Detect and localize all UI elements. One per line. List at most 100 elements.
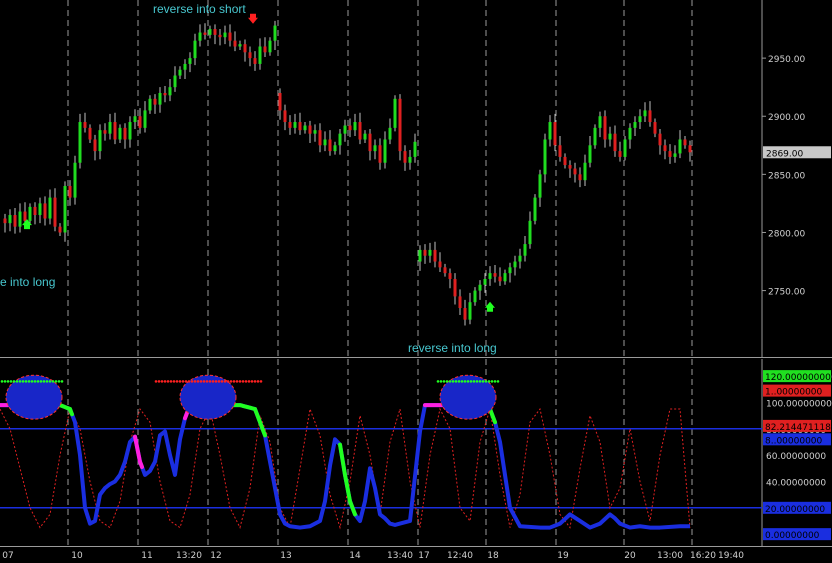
candle-up [133, 116, 137, 123]
candle-down [328, 139, 332, 152]
annotation-into-long: e into long [0, 275, 56, 289]
candle-up [533, 197, 537, 221]
candle-down [263, 46, 267, 53]
candle-down [658, 133, 662, 146]
candle-down [688, 145, 692, 153]
signal-dot [466, 380, 470, 383]
time-tick-label: 12 [210, 551, 221, 561]
candle-up [183, 63, 187, 70]
candle-up [543, 139, 547, 175]
signal-dot [229, 380, 233, 383]
candle-down [348, 125, 352, 131]
candle-down [563, 156, 567, 166]
signal-dot [12, 380, 16, 383]
candle-up [593, 127, 597, 146]
signal-dot [30, 380, 34, 383]
candle-down [83, 122, 87, 128]
time-tick-label: 17 [418, 551, 429, 561]
signal-dot [451, 380, 455, 383]
candle-up [548, 122, 552, 140]
candle-up [38, 203, 42, 216]
signal-dot [24, 380, 28, 383]
signal-dot [45, 380, 49, 383]
candle-up [173, 75, 177, 88]
osc-tick-label: 100.00000000 [766, 399, 832, 409]
time-tick-label: 10 [71, 551, 83, 561]
candle-up [158, 92, 162, 105]
signal-dot [9, 380, 13, 383]
candle-up [143, 110, 147, 128]
candle-down [163, 92, 167, 96]
oscillator-panel[interactable]: 120.00000000100.0000000080.0000000060.00… [0, 359, 832, 546]
candle-down [463, 308, 467, 320]
annotation-reverse-into-short: reverse into short [153, 2, 246, 16]
candle-up [483, 278, 487, 285]
signal-dot [178, 380, 182, 383]
osc-value-label: 8..00000000 [765, 436, 823, 446]
signal-dot [15, 380, 19, 383]
candle-down [248, 52, 252, 59]
osc-tick-label: 40.00000000 [766, 478, 826, 488]
signal-dot [487, 380, 491, 383]
candle-up [383, 139, 387, 163]
candle-down [663, 145, 667, 152]
candle-up [293, 122, 297, 128]
candle-down [603, 116, 607, 140]
signal-dot [181, 380, 185, 383]
candle-down [13, 215, 17, 227]
signal-dot [241, 380, 245, 383]
candle-up [128, 122, 132, 140]
candle-down [458, 296, 462, 309]
price-panel[interactable]: 2950.00 2900.00 2850.00 2800.00 2750.00 2869.… [0, 0, 832, 358]
signal-dot [57, 380, 61, 383]
candle-down [668, 151, 672, 157]
candle-down [378, 145, 382, 163]
candle-up [188, 58, 192, 64]
candle-up [538, 174, 542, 198]
signal-dot [0, 380, 4, 383]
signal-dot [247, 380, 251, 383]
signal-dot [226, 380, 230, 383]
signal-dot [184, 380, 188, 383]
signal-dot [208, 380, 212, 383]
signal-dot [475, 380, 479, 383]
candle-down [433, 249, 437, 262]
candle-down [453, 278, 457, 297]
osc-value-label: 20.00000000 [765, 505, 825, 515]
candle-up [523, 244, 527, 256]
signal-dot [169, 380, 173, 383]
signal-dot [193, 380, 197, 383]
candle-up [208, 29, 212, 35]
candle-down [443, 267, 447, 274]
candle-down [123, 127, 127, 140]
signal-dot [469, 380, 473, 383]
candle-up [628, 127, 632, 140]
candle-up [223, 32, 227, 38]
signal-dot [196, 380, 200, 383]
signal-dot [51, 380, 55, 383]
time-tick-label: 19:40 [718, 551, 744, 561]
signal-dot [217, 380, 221, 383]
candle-down [93, 139, 97, 152]
signal-dot [21, 380, 25, 383]
candle-down [618, 151, 622, 157]
candle-up [508, 267, 512, 274]
candle-down [578, 174, 582, 181]
price-tick-label: 2900.00 [768, 113, 805, 123]
osc-tick-label: 60.00000000 [766, 452, 826, 462]
candle-down [368, 133, 372, 152]
signal-dot [42, 380, 46, 383]
candle-down [243, 44, 247, 53]
time-tick-label: 20 [624, 551, 636, 561]
candle-down [568, 165, 572, 169]
signal-dot [259, 380, 263, 383]
candle-up [193, 40, 197, 59]
candle-up [503, 273, 507, 282]
time-tick-label: 12:40 [447, 551, 473, 561]
signal-dot [211, 380, 215, 383]
candle-up [18, 211, 22, 227]
signal-dot [27, 380, 31, 383]
price-tick-label: 2800.00 [768, 229, 805, 239]
candle-up [268, 40, 272, 53]
signal-dot [18, 380, 22, 383]
